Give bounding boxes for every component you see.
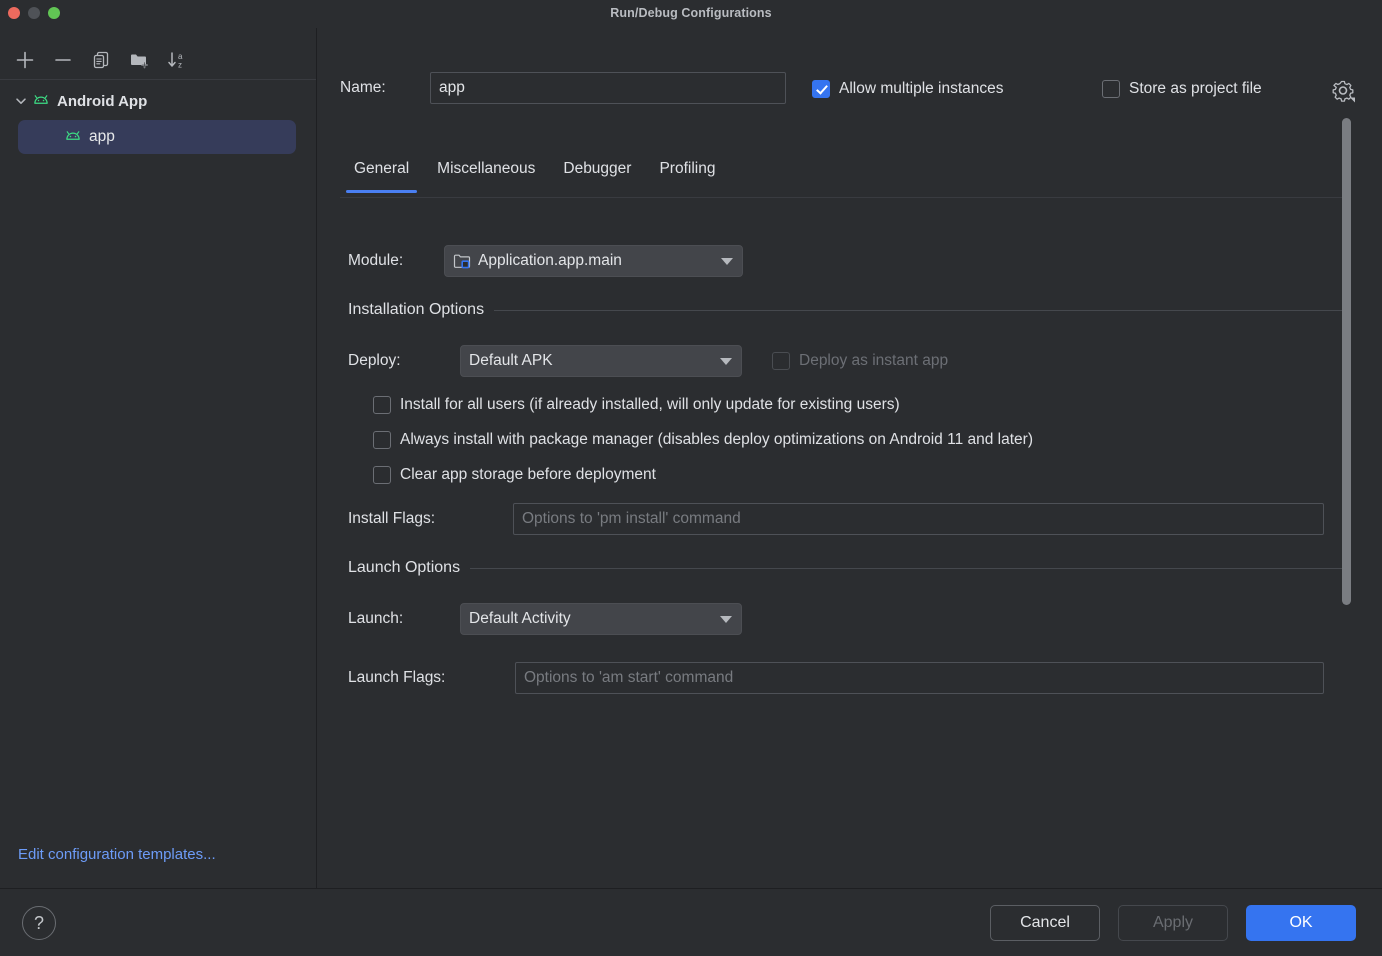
chevron-down-icon (720, 358, 732, 365)
module-icon (453, 253, 472, 270)
tab-miscellaneous[interactable]: Miscellaneous (423, 154, 549, 192)
copy-configuration-button[interactable] (82, 44, 120, 76)
sort-configurations-button[interactable]: a z (158, 44, 196, 76)
android-icon (32, 94, 50, 108)
help-button[interactable]: ? (22, 906, 56, 940)
name-row: Name: (340, 72, 786, 104)
launch-value: Default Activity (469, 610, 599, 628)
tab-profiling[interactable]: Profiling (645, 154, 729, 192)
svg-text:z: z (178, 60, 182, 69)
tab-debugger-label: Debugger (563, 160, 631, 177)
android-icon (64, 130, 82, 144)
launch-flags-label: Launch Flags: (348, 669, 515, 687)
launch-row: Launch: Default Activity (348, 603, 742, 635)
clear-app-storage-checkbox[interactable] (373, 466, 391, 484)
configurations-tree: Android App app (0, 86, 316, 154)
store-as-project-file-label: Store as project file (1129, 80, 1262, 98)
tab-miscellaneous-label: Miscellaneous (437, 160, 535, 177)
launch-options-section: Launch Options (348, 559, 1351, 577)
chevron-down-icon (721, 258, 733, 265)
remove-configuration-button[interactable] (44, 44, 82, 76)
always-install-package-manager-checkbox[interactable] (373, 431, 391, 449)
always-install-package-manager-row[interactable]: Always install with package manager (dis… (373, 431, 1033, 449)
editor-tabs: General Miscellaneous Debugger Profiling (340, 154, 1350, 198)
install-for-all-users-row[interactable]: Install for all users (if already instal… (373, 396, 900, 414)
gear-icon[interactable] (1330, 78, 1356, 104)
add-configuration-button[interactable] (6, 44, 44, 76)
module-row: Module: Application.app.main (348, 245, 743, 277)
install-flags-input[interactable] (513, 503, 1324, 535)
new-folder-button[interactable] (120, 44, 158, 76)
launch-label: Launch: (348, 610, 460, 628)
allow-multiple-instances-checkbox[interactable] (812, 80, 830, 98)
tree-group-label: Android App (57, 93, 147, 110)
tree-item-label: app (89, 128, 115, 146)
install-for-all-users-label: Install for all users (if already instal… (400, 396, 900, 414)
installation-options-section: Installation Options (348, 301, 1351, 319)
module-label: Module: (348, 252, 444, 270)
content-scrollbar-thumb[interactable] (1342, 118, 1351, 605)
chevron-down-icon (720, 616, 732, 623)
deploy-as-instant-app-row: Deploy as instant app (772, 352, 948, 370)
general-tab-content: Module: Application.app.main Installatio… (318, 197, 1382, 887)
content-scrollbar-track[interactable] (1341, 110, 1355, 610)
launch-options-title: Launch Options (348, 559, 460, 577)
allow-multiple-instances-label: Allow multiple instances (839, 80, 1004, 98)
always-install-package-manager-label: Always install with package manager (dis… (400, 431, 1033, 449)
deploy-dropdown[interactable]: Default APK (460, 345, 742, 377)
configurations-sidebar: a z Android App (0, 28, 317, 888)
apply-button: Apply (1118, 905, 1228, 941)
deploy-value: Default APK (469, 352, 581, 370)
deploy-as-instant-app-label: Deploy as instant app (799, 352, 948, 370)
chevron-down-icon[interactable] (10, 94, 32, 108)
deploy-label: Deploy: (348, 352, 460, 370)
title-bar: Run/Debug Configurations (0, 0, 1382, 29)
allow-multiple-instances-row[interactable]: Allow multiple instances (812, 80, 1004, 98)
clear-app-storage-label: Clear app storage before deployment (400, 466, 656, 484)
deploy-row: Deploy: Default APK Deploy as instant ap… (348, 345, 948, 377)
install-flags-row: Install Flags: (348, 503, 1324, 535)
section-divider (470, 568, 1351, 569)
launch-flags-row: Launch Flags: (348, 662, 1324, 694)
tab-profiling-label: Profiling (659, 160, 715, 177)
clear-app-storage-row[interactable]: Clear app storage before deployment (373, 466, 656, 484)
run-debug-configurations-dialog: Run/Debug Configurations (0, 0, 1382, 956)
launch-flags-input[interactable] (515, 662, 1324, 694)
footer-buttons: Cancel Apply OK (990, 905, 1356, 941)
store-as-project-file-row[interactable]: Store as project file (1102, 80, 1262, 98)
store-as-project-file-checkbox[interactable] (1102, 80, 1120, 98)
module-value: Application.app.main (478, 252, 650, 270)
module-dropdown[interactable]: Application.app.main (444, 245, 743, 277)
deploy-as-instant-app-checkbox (772, 352, 790, 370)
dialog-footer: ? Cancel Apply OK (0, 888, 1382, 956)
tab-general-label: General (354, 160, 409, 177)
name-label: Name: (340, 79, 430, 97)
launch-dropdown[interactable]: Default Activity (460, 603, 742, 635)
ok-button[interactable]: OK (1246, 905, 1356, 941)
window-title: Run/Debug Configurations (0, 6, 1382, 20)
tab-general[interactable]: General (340, 154, 423, 192)
installation-options-title: Installation Options (348, 301, 484, 319)
tree-item-app[interactable]: app (18, 120, 296, 154)
install-flags-label: Install Flags: (348, 510, 513, 528)
tree-group-android-app[interactable]: Android App (0, 86, 316, 116)
sidebar-toolbar: a z (0, 40, 316, 80)
edit-configuration-templates-link[interactable]: Edit configuration templates... (18, 846, 216, 863)
install-for-all-users-checkbox[interactable] (373, 396, 391, 414)
tab-debugger[interactable]: Debugger (549, 154, 645, 192)
section-divider (494, 310, 1351, 311)
configuration-editor-panel: Name: Allow multiple instances Store as … (318, 28, 1382, 888)
name-input[interactable] (430, 72, 786, 104)
cancel-button[interactable]: Cancel (990, 905, 1100, 941)
